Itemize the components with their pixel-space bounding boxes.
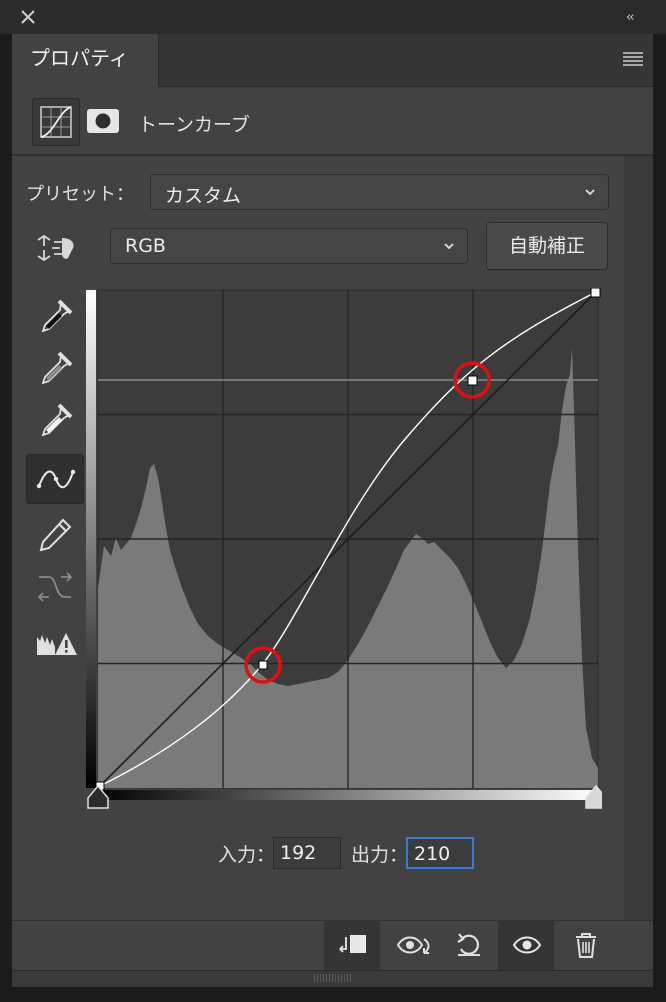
tab-properties[interactable]: プロパティ [12,34,159,86]
layer-mask-icon[interactable] [86,108,120,134]
clipping-warning-icon[interactable] [26,616,84,666]
input-value-field[interactable]: 192 [273,837,341,869]
hamburger-menu-icon[interactable] [623,52,643,66]
smooth-curve-icon [26,560,84,610]
preset-label: プリセット： [26,184,134,205]
curve-point-selected[interactable] [467,375,478,386]
resize-grip[interactable] [314,974,352,982]
eyedropper-gray-icon[interactable] [26,342,84,392]
eyedropper-black-icon[interactable] [26,290,84,340]
curve-graph[interactable] [86,288,602,810]
view-previous-state-icon[interactable] [382,920,438,970]
panel-scrollbar[interactable] [624,156,653,920]
curve-point-white[interactable] [590,288,601,298]
pencil-icon[interactable] [26,508,84,558]
input-label: 入力： [218,844,276,866]
input-gradient-bar [96,790,598,800]
output-gradient-bar [86,290,96,788]
chevron-down-icon [444,243,454,250]
preset-select[interactable]: カスタム [150,174,609,210]
panel-titlebar [0,0,666,34]
close-icon[interactable] [20,9,36,25]
targeted-adjustment-icon[interactable] [36,234,76,262]
channel-select[interactable]: RGB [110,228,468,264]
eye-icon[interactable] [498,920,554,970]
eyedropper-white-icon[interactable] [26,394,84,444]
output-label: 出力： [351,844,409,866]
curve-points-icon[interactable] [26,454,84,504]
panel-title: トーンカーブ [138,114,250,136]
reset-icon[interactable] [440,920,496,970]
black-point-slider[interactable] [87,784,109,809]
channel-value: RGB [125,235,166,257]
chevron-down-icon [585,189,595,196]
white-point-slider[interactable] [585,784,602,809]
header-divider [12,154,653,156]
output-value-field[interactable]: 210 [406,837,474,869]
trash-icon[interactable] [558,920,614,970]
curves-adjustment-icon[interactable] [32,98,80,146]
tab-strip [158,34,653,87]
preset-value: カスタム [165,185,242,207]
clip-to-layer-icon[interactable] [324,920,380,970]
auto-button[interactable]: 自動補正 [486,222,608,270]
curve-point-shadow[interactable] [258,660,268,670]
double-chevron-left-icon[interactable]: ‹‹ [626,10,635,25]
